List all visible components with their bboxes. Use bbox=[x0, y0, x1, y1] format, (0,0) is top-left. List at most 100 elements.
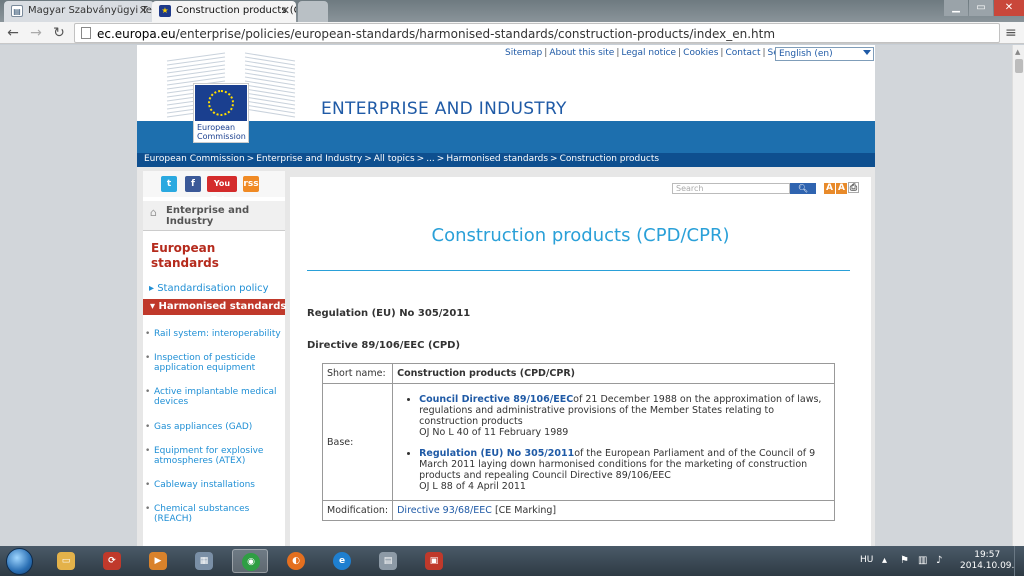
browser-menu-icon[interactable]: ≡ bbox=[1005, 25, 1017, 41]
divider bbox=[307, 270, 850, 271]
increase-text-size-icon[interactable]: A bbox=[836, 183, 847, 194]
sidebar-subitem-implantable[interactable]: Active implantable medicaldevices bbox=[145, 387, 282, 407]
sidebar-subitem-atex[interactable]: Equipment for explosiveatmospheres (ATEX… bbox=[145, 446, 282, 466]
url-path: /enterprise/policies/european-standards/… bbox=[175, 27, 776, 41]
modification-label: Modification: bbox=[321, 500, 394, 521]
language-select[interactable]: English (en) bbox=[775, 47, 874, 61]
sidebar-subitem-rail[interactable]: Rail system: interoperability bbox=[145, 329, 282, 339]
language-value: English (en) bbox=[779, 49, 833, 59]
page-favicon-icon: ▤ bbox=[11, 5, 23, 17]
tab-magyar-szabvanyugyi[interactable]: ▤ Magyar Szabványügyi Te ✕ bbox=[4, 1, 154, 22]
eu-flag-icon bbox=[195, 85, 247, 121]
minimize-window-button[interactable]: ▁ bbox=[944, 0, 968, 16]
media-player-taskbar-icon[interactable]: ▶ bbox=[140, 549, 176, 573]
breadcrumb-item[interactable]: Harmonised standards bbox=[446, 154, 548, 164]
regulation-link[interactable]: Regulation (EU) No 305/2011 bbox=[419, 448, 574, 459]
scrollbar-thumb[interactable] bbox=[1015, 59, 1023, 73]
home-text-line2: Industry bbox=[166, 216, 214, 227]
web-page: Sitemap | About this site | Legal notice | Coo… bbox=[137, 45, 875, 546]
base2-oj: OJ L 88 of 4 April 2011 bbox=[419, 481, 526, 492]
calendar-taskbar-icon[interactable]: ▦ bbox=[186, 549, 222, 573]
sidebar-section-title[interactable]: European standards bbox=[151, 241, 219, 271]
volume-icon[interactable]: ♪ bbox=[936, 555, 942, 566]
breadcrumb-item[interactable]: European Commission bbox=[144, 154, 245, 164]
table-row: Short name: Construction products (CPD/C… bbox=[321, 363, 835, 384]
calculator-taskbar-icon[interactable]: ▤ bbox=[370, 549, 406, 573]
decrease-text-size-icon[interactable]: A bbox=[824, 183, 835, 194]
search-button[interactable]: 🔍︎ bbox=[790, 183, 816, 194]
about-link[interactable]: About this site bbox=[549, 48, 614, 58]
legal-notice-link[interactable]: Legal notice bbox=[621, 48, 676, 58]
explorer-taskbar-icon[interactable]: ▭ bbox=[48, 549, 84, 573]
input-language[interactable]: HU bbox=[860, 555, 873, 565]
clock-date: 2014.10.09. bbox=[960, 561, 1015, 571]
list-item: Council Directive 89/106/EECof 21 Decemb… bbox=[419, 394, 830, 438]
sidebar-item-standardisation-policy[interactable]: ▸ Standardisation policy bbox=[149, 283, 269, 294]
start-button[interactable] bbox=[6, 548, 33, 575]
close-tab-icon[interactable]: ✕ bbox=[281, 4, 290, 17]
content-area: t f You Tube rss ⌂ Enterprise and Industr… bbox=[137, 167, 875, 546]
breadcrumb-item[interactable]: Enterprise and Industry bbox=[256, 154, 362, 164]
print-icon[interactable]: ⎙ bbox=[848, 182, 859, 193]
table-row: Base: Council Directive 89/106/EECof 21 … bbox=[321, 383, 835, 501]
network-icon[interactable]: ▥ bbox=[918, 555, 927, 566]
app-taskbar-icon[interactable]: ⟳ bbox=[94, 549, 130, 573]
chrome-taskbar-icon[interactable]: ◉ bbox=[232, 549, 268, 573]
sidebar-home-link[interactable]: ⌂ Enterprise and Industry bbox=[143, 201, 285, 231]
sidebar-subitem-gas[interactable]: Gas appliances (GAD) bbox=[145, 422, 282, 432]
sidebar-item-harmonised-standards[interactable]: ▾ Harmonised standards bbox=[143, 299, 287, 315]
modification-value: Directive 93/68/EEC [CE Marking] bbox=[392, 500, 835, 521]
twitter-icon[interactable]: t bbox=[161, 176, 177, 192]
sidebar-subitem-reach[interactable]: Chemical substances(REACH) bbox=[145, 504, 282, 524]
top-links: Sitemap | About this site | Legal notice | Coo… bbox=[505, 48, 798, 58]
sidebar-item-label: Harmonised standards bbox=[158, 301, 287, 312]
council-directive-link[interactable]: Council Directive 89/106/EEC bbox=[419, 394, 573, 405]
sidebar-subitem-cableway[interactable]: Cableway installations bbox=[145, 480, 282, 490]
system-clock[interactable]: 19:57 2014.10.09. bbox=[960, 550, 1014, 572]
reload-icon[interactable]: ↻ bbox=[49, 23, 69, 43]
close-tab-icon[interactable]: ✕ bbox=[139, 4, 148, 17]
internet-explorer-taskbar-icon[interactable]: e bbox=[324, 549, 360, 573]
cookies-link[interactable]: Cookies bbox=[683, 48, 718, 58]
sidebar-subitem-pesticide[interactable]: Inspection of pesticideapplication equip… bbox=[145, 353, 282, 373]
breadcrumb-item[interactable]: All topics bbox=[374, 154, 415, 164]
firefox-taskbar-icon[interactable]: ◐ bbox=[278, 549, 314, 573]
rss-icon[interactable]: rss bbox=[243, 176, 259, 192]
youtube-icon[interactable]: You Tube bbox=[207, 176, 237, 204]
sitemap-link[interactable]: Sitemap bbox=[505, 48, 542, 58]
chevron-up-icon[interactable]: ▴ bbox=[882, 555, 887, 566]
close-window-button[interactable]: ✕ bbox=[994, 0, 1024, 16]
modification-link[interactable]: Directive 93/68/EEC bbox=[397, 505, 492, 516]
breadcrumb-item[interactable]: ... bbox=[426, 154, 435, 164]
short-name-value: Construction products (CPD/CPR) bbox=[392, 363, 835, 384]
presentation-taskbar-icon[interactable]: ▣ bbox=[416, 549, 452, 573]
vertical-scrollbar[interactable]: ▲ bbox=[1012, 45, 1024, 546]
forward-arrow-icon[interactable]: → bbox=[26, 23, 46, 43]
show-desktop-button[interactable] bbox=[1014, 546, 1024, 576]
address-bar[interactable]: ec.europa.eu/enterprise/policies/europea… bbox=[74, 23, 1000, 43]
short-name-label: Short name: bbox=[321, 363, 394, 384]
url-domain: ec.europa.eu bbox=[97, 27, 176, 41]
new-tab-button[interactable] bbox=[298, 1, 328, 22]
facebook-icon[interactable]: f bbox=[185, 176, 201, 192]
tab-construction-products[interactable]: ★ Construction products (C ✕ bbox=[152, 1, 296, 22]
breadcrumb-current: Construction products bbox=[559, 154, 660, 164]
contact-link[interactable]: Contact bbox=[725, 48, 760, 58]
page-icon bbox=[81, 27, 91, 39]
back-arrow-icon[interactable]: ← bbox=[3, 23, 23, 43]
home-text-line1: Enterprise and bbox=[166, 205, 250, 216]
flag-icon[interactable]: ⚑ bbox=[900, 555, 909, 566]
site-name[interactable]: ENTERPRISE AND INDUSTRY bbox=[321, 99, 567, 119]
scroll-up-icon[interactable]: ▲ bbox=[1015, 48, 1020, 56]
sidebar-item-label: Standardisation policy bbox=[157, 283, 269, 294]
section-title-line2: standards bbox=[151, 256, 219, 270]
clock-time: 19:57 bbox=[974, 550, 1001, 560]
maximize-window-button[interactable]: ▭ bbox=[969, 0, 993, 16]
browser-toolbar: ← → ↻ ec.europa.eu/enterprise/policies/e… bbox=[0, 22, 1024, 44]
logo-text-line1: European bbox=[197, 123, 236, 132]
social-icons: t f You Tube rss bbox=[143, 171, 285, 204]
breadcrumb: European Commission > Enterprise and Indus… bbox=[137, 153, 875, 167]
search-input[interactable]: Search bbox=[672, 183, 790, 194]
url-text[interactable]: ec.europa.eu/enterprise/policies/europea… bbox=[97, 27, 775, 41]
european-commission-logo[interactable]: European Commission bbox=[193, 83, 249, 143]
